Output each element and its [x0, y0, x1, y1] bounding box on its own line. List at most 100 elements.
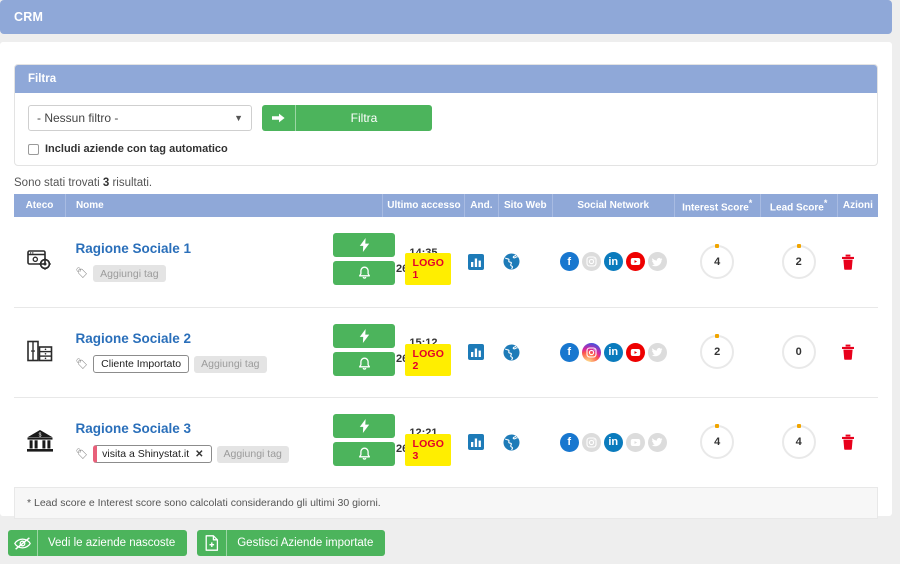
- col-header-ateco[interactable]: Ateco: [14, 194, 66, 217]
- tag-icon: 🏷: [75, 268, 89, 280]
- col-header-interest-score-text: Interest Score: [682, 202, 749, 214]
- globe-icon[interactable]: [503, 344, 549, 361]
- bar-chart-icon[interactable]: [468, 344, 494, 360]
- manage-imported-companies-button[interactable]: Gestisci Aziende importate: [197, 530, 386, 556]
- instagram-icon[interactable]: [581, 252, 601, 272]
- col-header-lead-score[interactable]: Lead Score*: [760, 194, 838, 217]
- facebook-icon[interactable]: f: [559, 432, 579, 452]
- instagram-icon[interactable]: [581, 432, 601, 452]
- companies-table: Ateco Nome Ultimo accesso And. Sito Web …: [14, 194, 878, 488]
- lead-score-ring: 4: [781, 424, 816, 459]
- col-header-sito-web[interactable]: Sito Web: [498, 194, 553, 217]
- bar-chart-icon[interactable]: [468, 253, 494, 270]
- social-network-cell: f in: [552, 307, 675, 398]
- apply-filter-label: Filtra: [350, 111, 378, 125]
- social-icon-row: f in: [556, 432, 670, 452]
- tag-chip[interactable]: visita a Shinystat.it ✕: [93, 445, 212, 463]
- col-header-social-network[interactable]: Social Network: [552, 194, 675, 217]
- window-gear-icon: [26, 249, 53, 271]
- lead-score-value: 0: [795, 346, 802, 358]
- auto-tag-checkbox-label: Includi aziende con tag automatico: [45, 143, 228, 155]
- filter-select[interactable]: - Nessun filtro - ▼: [28, 105, 252, 131]
- instagram-icon[interactable]: [581, 342, 601, 362]
- lead-score-ring: 2: [781, 243, 816, 279]
- interest-score-cell: 4: [674, 397, 761, 488]
- file-add-icon: [197, 530, 228, 556]
- company-logo-badge: LOGO 1: [405, 253, 452, 285]
- tag-icon: 🏷: [75, 358, 89, 370]
- delete-icon[interactable]: [841, 434, 874, 450]
- analytics-cell: [464, 217, 499, 308]
- interest-score-value: 4: [714, 255, 721, 268]
- auto-tag-checkbox-row[interactable]: Includi aziende con tag automatico: [28, 143, 864, 155]
- youtube-icon[interactable]: [625, 252, 645, 272]
- linkedin-icon[interactable]: in: [603, 252, 623, 272]
- globe-icon[interactable]: [503, 253, 549, 270]
- view-hidden-companies-button[interactable]: Vedi le aziende nascoste: [8, 530, 188, 556]
- col-header-nome[interactable]: Nome: [65, 194, 384, 217]
- youtube-icon[interactable]: [625, 432, 645, 452]
- add-tag-button[interactable]: Aggiungi tag: [93, 265, 166, 283]
- social-network-cell: f in: [552, 397, 675, 488]
- add-tag-button[interactable]: Aggiungi tag: [216, 445, 289, 463]
- company-name-cell: Ragione Sociale 2 🏷 Cliente Importato Ag…: [65, 307, 452, 398]
- col-header-azioni: Azioni: [837, 194, 878, 217]
- actions-cell: [837, 307, 878, 398]
- lead-score-value: 2: [795, 255, 802, 268]
- facebook-icon[interactable]: f: [559, 252, 579, 272]
- results-prefix: Sono stati trovati: [14, 177, 103, 189]
- lightning-bolt-icon: [359, 238, 370, 252]
- col-header-interest-score[interactable]: Interest Score*: [674, 194, 761, 217]
- interest-score-ring: 4: [700, 243, 735, 279]
- company-name-cell: Ragione Sociale 3 🏷 visita a Shinystat.i…: [65, 397, 452, 488]
- col-header-and[interactable]: And.: [464, 194, 500, 217]
- col-header-lead-score-text: Lead Score: [769, 202, 824, 214]
- bar-chart-icon[interactable]: [468, 434, 494, 450]
- website-cell: [498, 217, 553, 308]
- globe-icon[interactable]: [503, 434, 549, 451]
- twitter-icon[interactable]: [647, 252, 667, 272]
- lightning-action-button[interactable]: [333, 323, 396, 348]
- svg-text:$: $: [38, 432, 41, 438]
- table-row: Ragione Sociale 2 🏷 Cliente Importato Ag…: [14, 307, 878, 398]
- score-tick-mark: [796, 424, 801, 428]
- ateco-cell: [14, 307, 66, 398]
- lead-score-ring: 0: [781, 335, 816, 369]
- remove-tag-icon[interactable]: ✕: [195, 449, 203, 460]
- results-count-line: Sono stati trovati 3 risultati.: [14, 177, 892, 189]
- alert-action-button[interactable]: [333, 261, 396, 285]
- youtube-icon[interactable]: [625, 342, 645, 362]
- linkedin-icon[interactable]: in: [603, 432, 623, 452]
- col-header-ultimo-accesso[interactable]: Ultimo accesso: [382, 194, 465, 217]
- tag-chip-label: Cliente Importato: [101, 358, 182, 370]
- results-suffix: risultati.: [109, 177, 153, 189]
- delete-icon[interactable]: [841, 344, 874, 360]
- add-tag-button[interactable]: Aggiungi tag: [194, 355, 267, 373]
- facebook-icon[interactable]: f: [559, 342, 579, 362]
- tag-chip[interactable]: Cliente Importato: [93, 355, 190, 373]
- tag-icon: 🏷: [75, 448, 89, 460]
- chevron-down-icon: ▼: [234, 113, 243, 123]
- actions-cell: [837, 217, 878, 308]
- twitter-icon[interactable]: [647, 432, 667, 452]
- interest-score-value: 2: [714, 346, 721, 358]
- lightning-action-button[interactable]: [333, 413, 396, 438]
- linkedin-icon[interactable]: in: [603, 342, 623, 362]
- filter-select-value: - Nessun filtro -: [37, 111, 119, 125]
- auto-tag-checkbox[interactable]: [28, 143, 39, 155]
- alert-action-button[interactable]: [333, 441, 396, 466]
- table-head: Ateco Nome Ultimo accesso And. Sito Web …: [14, 194, 878, 217]
- manage-imported-companies-label: Gestisci Aziende importate: [237, 537, 374, 549]
- apply-filter-button[interactable]: Filtra: [262, 105, 432, 131]
- table-header-row: Ateco Nome Ultimo accesso And. Sito Web …: [14, 194, 878, 217]
- interest-score-ring: 4: [700, 424, 735, 459]
- lead-score-value: 4: [795, 436, 802, 448]
- lightning-action-button[interactable]: [333, 233, 396, 257]
- delete-icon[interactable]: [841, 254, 874, 270]
- twitter-icon[interactable]: [647, 342, 667, 362]
- alert-action-button[interactable]: [333, 351, 396, 376]
- company-logo-badge: LOGO 2: [405, 343, 452, 376]
- social-network-cell: f in: [552, 217, 675, 308]
- lead-score-cell: 0: [760, 307, 838, 398]
- bank-building-icon: $: [26, 429, 54, 453]
